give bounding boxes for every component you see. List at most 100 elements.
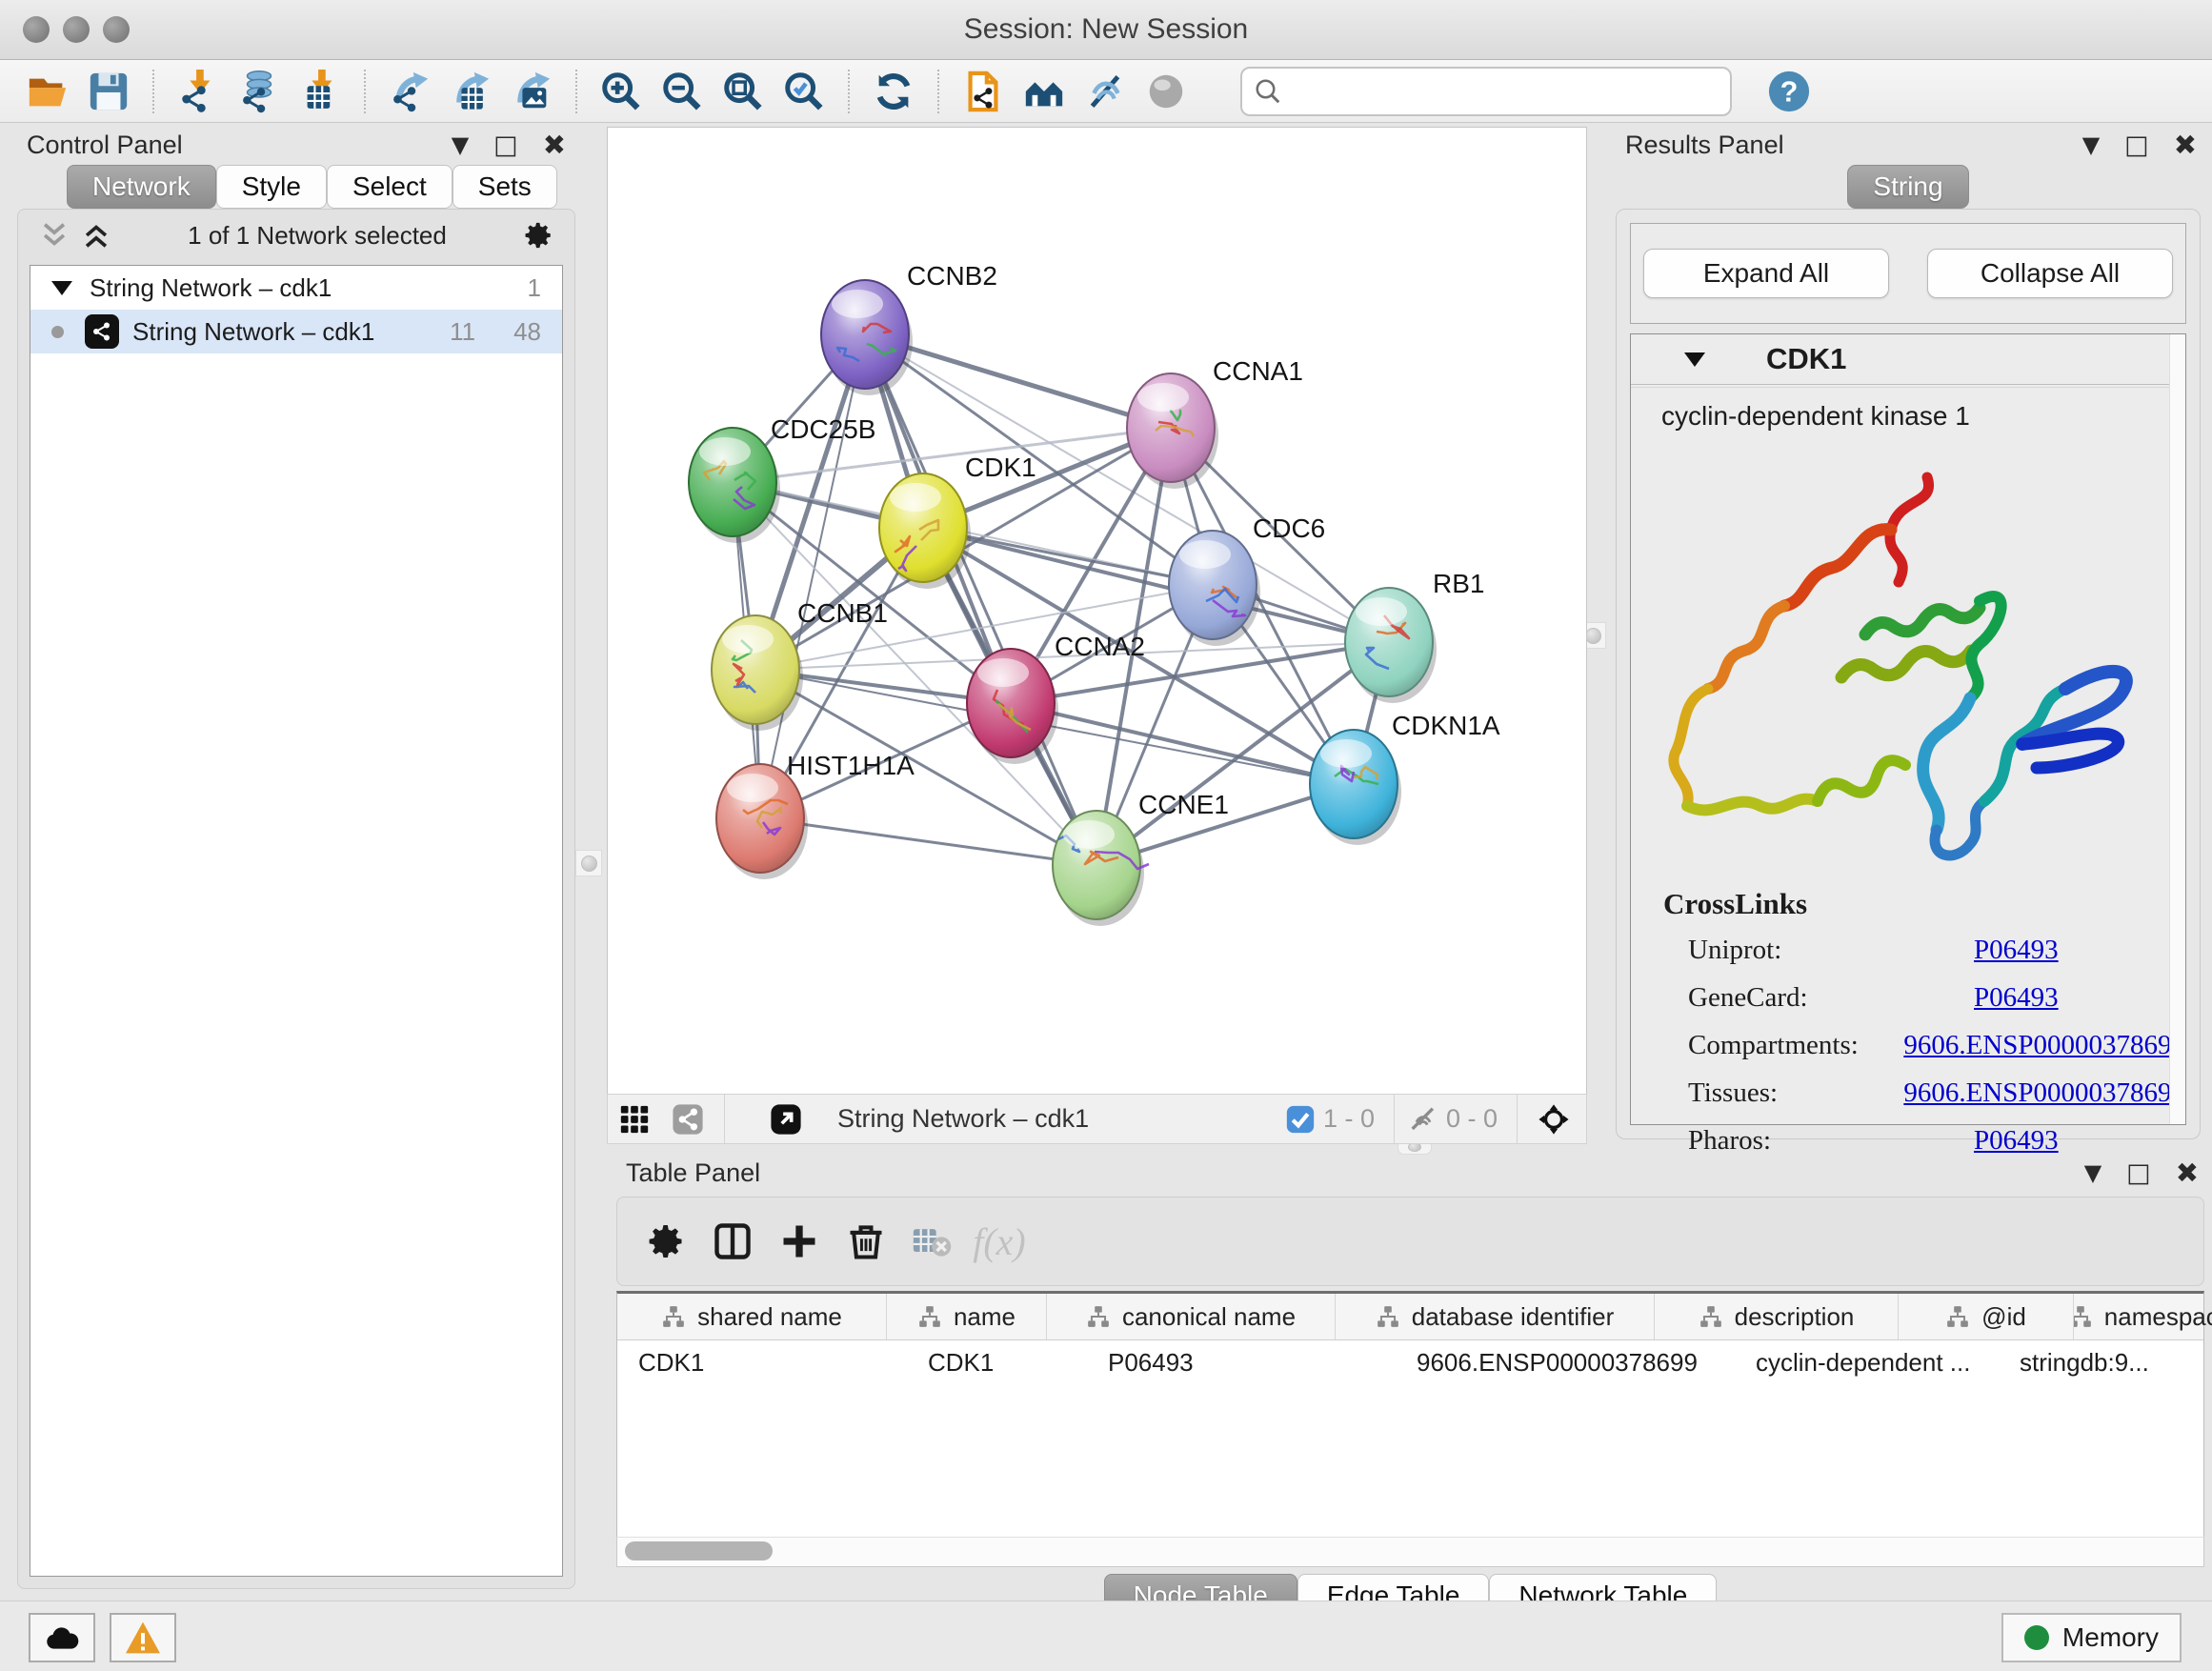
column-header[interactable]: description xyxy=(1655,1294,1899,1339)
table-horizontal-scrollbar[interactable] xyxy=(616,1537,2204,1567)
column-header[interactable]: namespace xyxy=(2074,1294,2212,1339)
zoom-out-button[interactable] xyxy=(652,65,713,118)
tab-string[interactable]: String xyxy=(1847,165,1968,209)
crosslink-link[interactable]: P06493 xyxy=(1974,1125,2059,1157)
string-network-graph[interactable]: CCNB2CCNA1CDC25BCDK1CDC6RB1CCNB1CCNA2CDK… xyxy=(608,128,1586,1094)
collapse-all-networks-icon[interactable] xyxy=(33,210,75,261)
results-close-icon[interactable]: ✖ xyxy=(2174,131,2197,159)
org-chart-icon xyxy=(1376,1304,1400,1329)
expand-all-button[interactable]: Expand All xyxy=(1643,249,1889,298)
column-header[interactable]: canonical name xyxy=(1047,1294,1336,1339)
table-panel: Table Panel ▼ □ ✖ f(x) shared namenameca… xyxy=(614,1155,2206,1591)
export-network-button[interactable] xyxy=(379,65,440,118)
help-button[interactable]: ? xyxy=(1759,65,1820,118)
import-network-button[interactable] xyxy=(168,65,229,118)
crosslink-link[interactable]: 9606.ENSP00000378699 xyxy=(1903,1077,2185,1109)
collection-expander-icon[interactable] xyxy=(51,281,72,295)
svg-text:CCNB2: CCNB2 xyxy=(907,261,997,291)
network-from-file-button[interactable] xyxy=(953,65,1014,118)
column-header[interactable]: shared name xyxy=(617,1294,887,1339)
org-chart-icon xyxy=(917,1304,942,1329)
column-header[interactable]: database identifier xyxy=(1336,1294,1655,1339)
float-panel-icon[interactable]: □ xyxy=(493,132,518,158)
crosslink-label: Uniprot: xyxy=(1663,935,1974,966)
network-collection-row[interactable]: String Network – cdk1 1 xyxy=(30,266,562,310)
tab-sets[interactable]: Sets xyxy=(452,165,557,209)
selected-checkbox-icon[interactable] xyxy=(1281,1095,1319,1143)
application-window: Session: New Session ? Control Panel ▼ □… xyxy=(0,0,2212,1671)
crosslink-label: Pharos: xyxy=(1663,1125,1974,1157)
export-image-button[interactable] xyxy=(501,65,562,118)
table-row[interactable]: CDK1CDK1P064939606.ENSP00000378699cyclin… xyxy=(617,1340,2203,1384)
inspect-sphere-button[interactable] xyxy=(1136,65,1196,118)
node-details-header[interactable]: CDK1 xyxy=(1631,334,2185,385)
add-column-button[interactable] xyxy=(766,1208,833,1275)
scrollbar-thumb[interactable] xyxy=(625,1541,773,1560)
crosslink-link[interactable]: 9606.ENSP00000378699 xyxy=(1903,1030,2185,1061)
results-float-icon[interactable]: □ xyxy=(2124,132,2149,158)
column-header[interactable]: name xyxy=(887,1294,1047,1339)
collapse-all-button[interactable]: Collapse All xyxy=(1927,249,2173,298)
cloud-status-button[interactable] xyxy=(29,1613,95,1662)
table-close-icon[interactable]: ✖ xyxy=(2176,1159,2199,1187)
org-chart-icon xyxy=(1086,1304,1111,1329)
hide-panels-button[interactable] xyxy=(1075,65,1136,118)
open-file-button[interactable] xyxy=(17,65,78,118)
tab-network[interactable]: Network xyxy=(67,165,216,209)
split-columns-button[interactable] xyxy=(699,1208,766,1275)
svg-text:HIST1H1A: HIST1H1A xyxy=(787,751,915,780)
left-splitter-handle[interactable] xyxy=(575,850,602,876)
help-icon-icon: ? xyxy=(1767,70,1811,113)
memory-button[interactable]: Memory xyxy=(2001,1613,2182,1662)
import-database-button[interactable] xyxy=(229,65,290,118)
results-scrollbar[interactable] xyxy=(2169,334,2185,1124)
zoom-selected-icon xyxy=(782,70,826,113)
open-view-in-window-icon[interactable] xyxy=(759,1095,813,1143)
zoom-selected-button[interactable] xyxy=(774,65,835,118)
table-menu-icon[interactable]: ▼ xyxy=(2084,1161,2101,1184)
delete-column-button[interactable] xyxy=(833,1208,899,1275)
zoom-out-icon xyxy=(660,70,704,113)
pan-navigate-icon[interactable] xyxy=(1527,1095,1580,1143)
svg-text:CDK1: CDK1 xyxy=(965,453,1036,482)
delete-table-icon xyxy=(912,1220,954,1262)
table-float-icon[interactable]: □ xyxy=(2126,1160,2151,1186)
network-canvas[interactable]: CCNB2CCNA1CDC25BCDK1CDC6RB1CCNB1CCNA2CDK… xyxy=(607,127,1587,1095)
search-input[interactable] xyxy=(1282,71,1730,111)
details-expander-icon[interactable] xyxy=(1684,352,1705,367)
home-pages-button[interactable] xyxy=(1014,65,1075,118)
crosslinks-title: CrossLinks xyxy=(1663,887,2185,921)
tab-style[interactable]: Style xyxy=(216,165,327,209)
save-session-icon xyxy=(87,70,131,113)
crosslink-label: Tissues: xyxy=(1663,1077,1903,1109)
export-table-button[interactable] xyxy=(440,65,501,118)
crosslink-label: Compartments: xyxy=(1663,1030,1903,1061)
refresh-layout-button[interactable] xyxy=(863,65,924,118)
close-panel-icon[interactable]: ✖ xyxy=(543,131,566,159)
protein-structure-image xyxy=(1641,439,2175,887)
hidden-elements-icon[interactable] xyxy=(1404,1095,1442,1143)
panel-menu-icon[interactable]: ▼ xyxy=(452,133,469,156)
crosslink-link[interactable]: P06493 xyxy=(1974,935,2059,966)
warning-status-button[interactable] xyxy=(110,1613,176,1662)
crosslink-link[interactable]: P06493 xyxy=(1974,982,2059,1014)
results-panel-title: Results Panel xyxy=(1610,131,2058,160)
zoom-in-button[interactable] xyxy=(591,65,652,118)
toolbar-separator xyxy=(575,70,577,113)
zoom-fit-button[interactable] xyxy=(713,65,774,118)
org-chart-icon xyxy=(1699,1304,1723,1329)
column-header[interactable]: @id xyxy=(1899,1294,2074,1339)
svg-text:CCNB1: CCNB1 xyxy=(797,598,888,628)
network-overview-icon[interactable] xyxy=(661,1095,714,1143)
results-menu-icon[interactable]: ▼ xyxy=(2082,133,2100,156)
save-session-button[interactable] xyxy=(78,65,139,118)
network-view-toolbar: String Network – cdk1 1 - 0 0 - 0 xyxy=(607,1094,1587,1144)
birds-eye-view-icon[interactable] xyxy=(608,1095,661,1143)
network-row-selected[interactable]: String Network – cdk1 11 48 xyxy=(30,310,562,353)
network-options-gear-icon[interactable] xyxy=(517,210,559,261)
import-table-button[interactable] xyxy=(290,65,351,118)
tab-select[interactable]: Select xyxy=(327,165,452,209)
node-CDC6: CDC6 xyxy=(1169,513,1325,646)
expand-all-networks-icon[interactable] xyxy=(75,210,117,261)
gear-button[interactable] xyxy=(633,1208,699,1275)
